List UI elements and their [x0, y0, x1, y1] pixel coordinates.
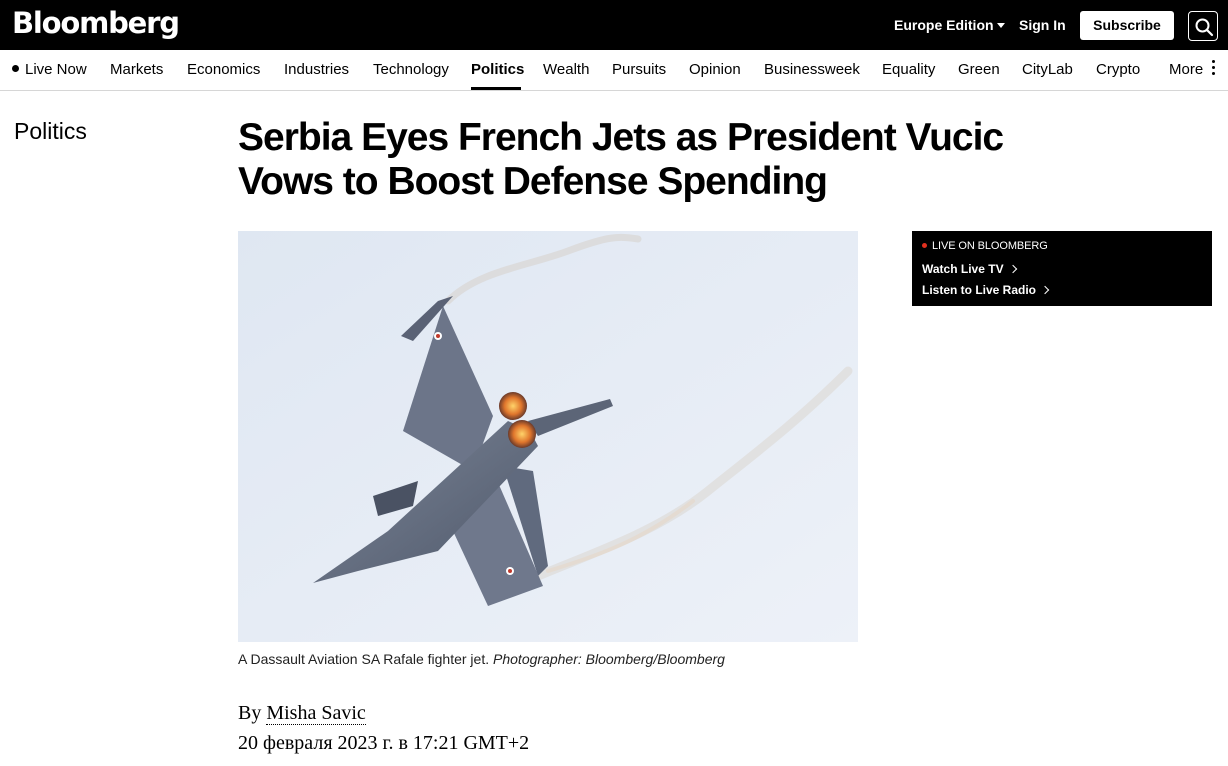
- caption-text: A Dassault Aviation SA Rafale fighter je…: [238, 651, 490, 667]
- nav-item-opinion[interactable]: Opinion: [689, 61, 741, 78]
- search-button[interactable]: [1188, 11, 1218, 41]
- live-dot-icon: [12, 65, 19, 72]
- nav-item-politics[interactable]: Politics: [471, 61, 524, 78]
- chevron-right-icon: [1008, 264, 1017, 274]
- image-credit: Photographer: Bloomberg/Bloomberg: [493, 651, 725, 667]
- live-on-bloomberg-box: LIVE ON BLOOMBERG Watch Live TV Listen t…: [912, 231, 1212, 306]
- edition-selector[interactable]: Europe Edition: [894, 17, 1005, 33]
- publish-date: 20 февраля 2023 г. в 17:21 GMT+2: [238, 732, 530, 754]
- chevron-down-icon: [996, 23, 1005, 28]
- nav-item-citylab[interactable]: CityLab: [1022, 61, 1073, 78]
- byline: By Misha Savic: [238, 702, 366, 725]
- watch-label: Watch Live TV: [922, 262, 1004, 276]
- nav-item-live-now[interactable]: Live Now: [12, 61, 87, 78]
- nav-item-economics[interactable]: Economics: [187, 61, 260, 78]
- nav-item-technology[interactable]: Technology: [373, 61, 449, 78]
- subscribe-button[interactable]: Subscribe: [1080, 11, 1174, 40]
- search-icon: [1195, 18, 1214, 37]
- image-caption: A Dassault Aviation SA Rafale fighter je…: [238, 651, 725, 667]
- section-label[interactable]: Politics: [14, 118, 87, 145]
- bloomberg-logo[interactable]: Bloomberg: [12, 6, 180, 40]
- live-label: LIVE ON BLOOMBERG: [922, 240, 1048, 252]
- nav-item-industries[interactable]: Industries: [284, 61, 349, 78]
- nav-item-crypto[interactable]: Crypto: [1096, 61, 1140, 78]
- nav-item-pursuits[interactable]: Pursuits: [612, 61, 666, 78]
- nav-item-green[interactable]: Green: [958, 61, 1000, 78]
- nav-item-equality[interactable]: Equality: [882, 61, 935, 78]
- nav-item-businessweek[interactable]: Businessweek: [764, 61, 860, 78]
- top-bar: Bloomberg Europe Edition Sign In Subscri…: [0, 0, 1228, 50]
- more-vertical-icon[interactable]: [1212, 60, 1216, 78]
- watch-live-tv-link[interactable]: Watch Live TV: [922, 262, 1017, 276]
- live-label-text: LIVE ON BLOOMBERG: [932, 240, 1048, 252]
- listen-live-radio-link[interactable]: Listen to Live Radio: [922, 283, 1050, 297]
- nav-item-markets[interactable]: Markets: [110, 61, 163, 78]
- section-nav: Live Now Markets Economics Industries Te…: [0, 50, 1228, 91]
- article-headline: Serbia Eyes French Jets as President Vuc…: [238, 116, 1004, 203]
- edition-label: Europe Edition: [894, 17, 994, 33]
- byline-prefix: By: [238, 702, 262, 724]
- rafale-jet-illustration: [238, 231, 858, 642]
- sign-in-link[interactable]: Sign In: [1019, 17, 1066, 33]
- listen-label: Listen to Live Radio: [922, 283, 1037, 297]
- active-tab-indicator: [471, 87, 521, 90]
- live-indicator-icon: [922, 243, 927, 248]
- nav-item-wealth[interactable]: Wealth: [543, 61, 589, 78]
- nav-item-more[interactable]: More: [1169, 61, 1203, 78]
- nav-label: Live Now: [25, 61, 87, 78]
- chevron-right-icon: [1040, 285, 1050, 295]
- hero-image: [238, 231, 858, 642]
- author-link[interactable]: Misha Savic: [266, 702, 366, 725]
